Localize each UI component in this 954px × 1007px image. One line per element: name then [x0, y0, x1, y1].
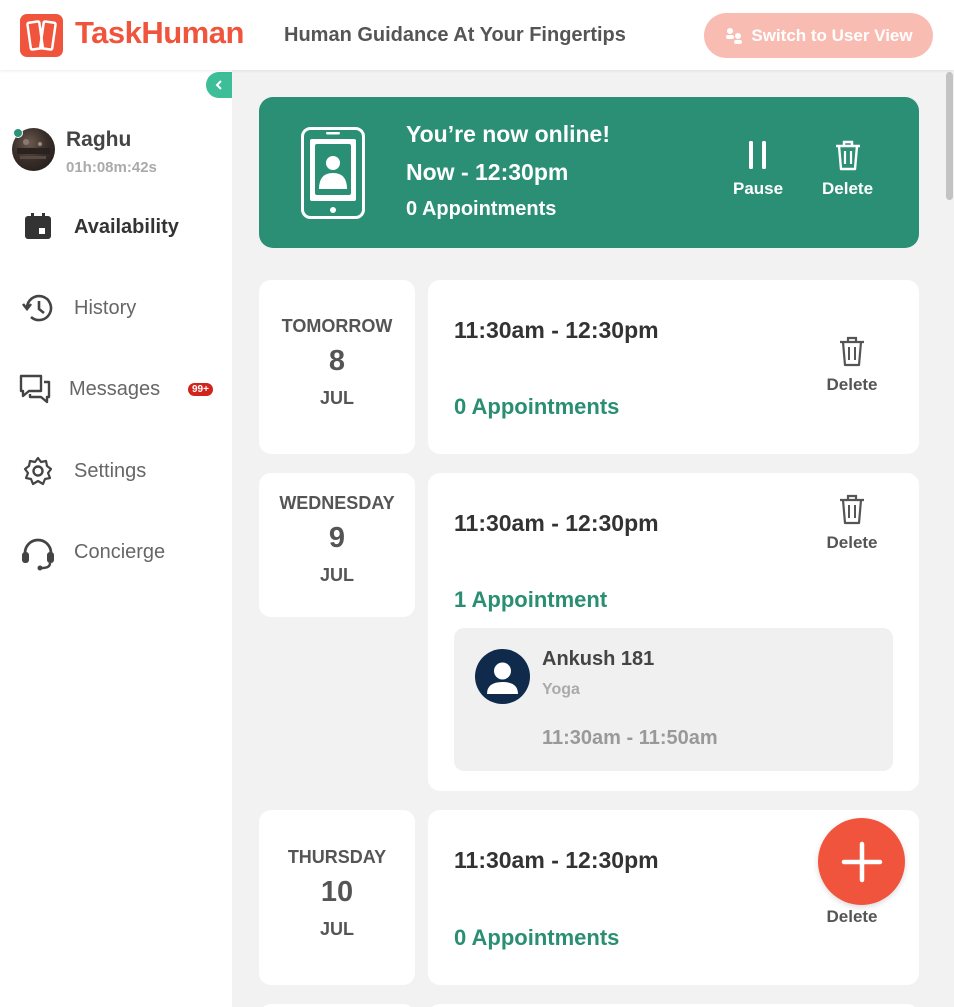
- sidebar-item-label: Availability: [74, 215, 179, 238]
- taskhuman-logo-icon: [20, 14, 63, 57]
- chevron-left-icon: [215, 80, 222, 90]
- online-status-banner: You’re now online! Now - 12:30pm 0 Appoi…: [259, 97, 919, 248]
- slot-appointments-count: 0 Appointments: [454, 925, 620, 950]
- online-timer: 01h:08m:42s: [66, 159, 157, 176]
- sidebar-item-concierge[interactable]: Concierge: [0, 527, 232, 577]
- delete-online-button[interactable]: Delete: [822, 139, 873, 199]
- switch-to-user-view-button[interactable]: Switch to User View: [704, 13, 933, 58]
- sidebar: Raghu 01h:08m:42s Availability History M…: [0, 70, 232, 1007]
- date-month: JUL: [319, 565, 354, 585]
- slot-appointments-count: 1 Appointment: [454, 587, 608, 612]
- gear-icon: [20, 453, 56, 489]
- sidebar-item-messages[interactable]: Messages 99+: [0, 364, 232, 414]
- tagline: Human Guidance At Your Fingertips: [284, 24, 626, 46]
- unread-messages-badge: 99+: [188, 382, 213, 396]
- appointment-time: 11:30am - 11:50am: [542, 727, 718, 749]
- online-status-dot: [13, 128, 23, 138]
- slot-card: 11:30am - 12:30pm 0 Appointments Delete: [428, 280, 919, 454]
- client-avatar-icon: [475, 649, 530, 704]
- date-month: JUL: [319, 388, 354, 408]
- sidebar-item-settings[interactable]: Settings: [0, 446, 232, 496]
- calendar-icon: [20, 209, 56, 245]
- delete-label: Delete: [826, 533, 878, 552]
- sidebar-item-availability[interactable]: Availability: [0, 202, 232, 252]
- delete-label: Delete: [826, 907, 878, 926]
- top-header: TaskHuman Human Guidance At Your Fingert…: [0, 0, 954, 70]
- scrollbar-thumb[interactable]: [946, 72, 953, 200]
- online-time-range: Now - 12:30pm: [406, 159, 569, 185]
- pause-label: Pause: [733, 179, 784, 198]
- sidebar-item-label: Messages: [69, 377, 161, 400]
- delete-label: Delete: [826, 375, 878, 394]
- pause-icon: [749, 141, 767, 169]
- switch-label: Switch to User View: [751, 25, 913, 45]
- appointment-item[interactable]: Ankush 181 Yoga 11:30am - 11:50am: [454, 628, 893, 771]
- sidebar-item-label: Settings: [74, 459, 147, 482]
- client-name: Ankush 181: [542, 648, 655, 670]
- slot-appointments-count: 0 Appointments: [454, 394, 620, 419]
- plus-icon: [841, 841, 882, 882]
- slot-time: 11:30am - 12:30pm: [454, 317, 659, 343]
- delete-slot-button[interactable]: Delete: [821, 493, 883, 553]
- delete-label: Delete: [822, 179, 874, 198]
- switch-user-icon: [726, 27, 743, 44]
- trash-icon: [835, 140, 860, 171]
- trash-icon: [840, 336, 864, 367]
- trash-icon: [840, 494, 864, 525]
- date-number: 8: [328, 345, 346, 377]
- history-icon: [20, 290, 56, 326]
- sidebar-item-label: History: [74, 296, 137, 319]
- date-number: 9: [328, 522, 346, 554]
- session-category: Yoga: [542, 681, 580, 698]
- online-status-text: You’re now online!: [406, 121, 611, 147]
- phone-user-icon: [301, 127, 365, 224]
- date-day: TOMORROW: [281, 316, 393, 336]
- date-month: JUL: [319, 919, 354, 939]
- brand-name: TaskHuman: [75, 15, 244, 50]
- date-card: WEDNESDAY 9 JUL: [259, 473, 415, 617]
- headset-icon: [20, 534, 56, 571]
- sidebar-item-history[interactable]: History: [0, 283, 232, 333]
- scrollbar-track[interactable]: [944, 70, 954, 1007]
- user-name: Raghu: [66, 128, 132, 151]
- collapse-sidebar-button[interactable]: [206, 72, 232, 98]
- date-day: THURSDAY: [287, 847, 387, 867]
- sidebar-item-label: Concierge: [74, 540, 166, 563]
- slot-time: 11:30am - 12:30pm: [454, 510, 659, 536]
- date-card: TOMORROW 8 JUL: [259, 280, 415, 454]
- add-availability-button[interactable]: [818, 818, 905, 905]
- online-appointments-count: 0 Appointments: [406, 198, 557, 220]
- delete-slot-button[interactable]: Delete: [821, 335, 883, 395]
- date-day: WEDNESDAY: [279, 493, 395, 513]
- chat-icon: [17, 371, 53, 407]
- date-number: 10: [320, 876, 354, 908]
- pause-button[interactable]: Pause: [733, 139, 783, 199]
- date-card: THURSDAY 10 JUL: [259, 810, 415, 985]
- slot-time: 11:30am - 12:30pm: [454, 847, 659, 873]
- slot-card: 11:30am - 12:30pm 1 Appointment Delete A…: [428, 473, 919, 791]
